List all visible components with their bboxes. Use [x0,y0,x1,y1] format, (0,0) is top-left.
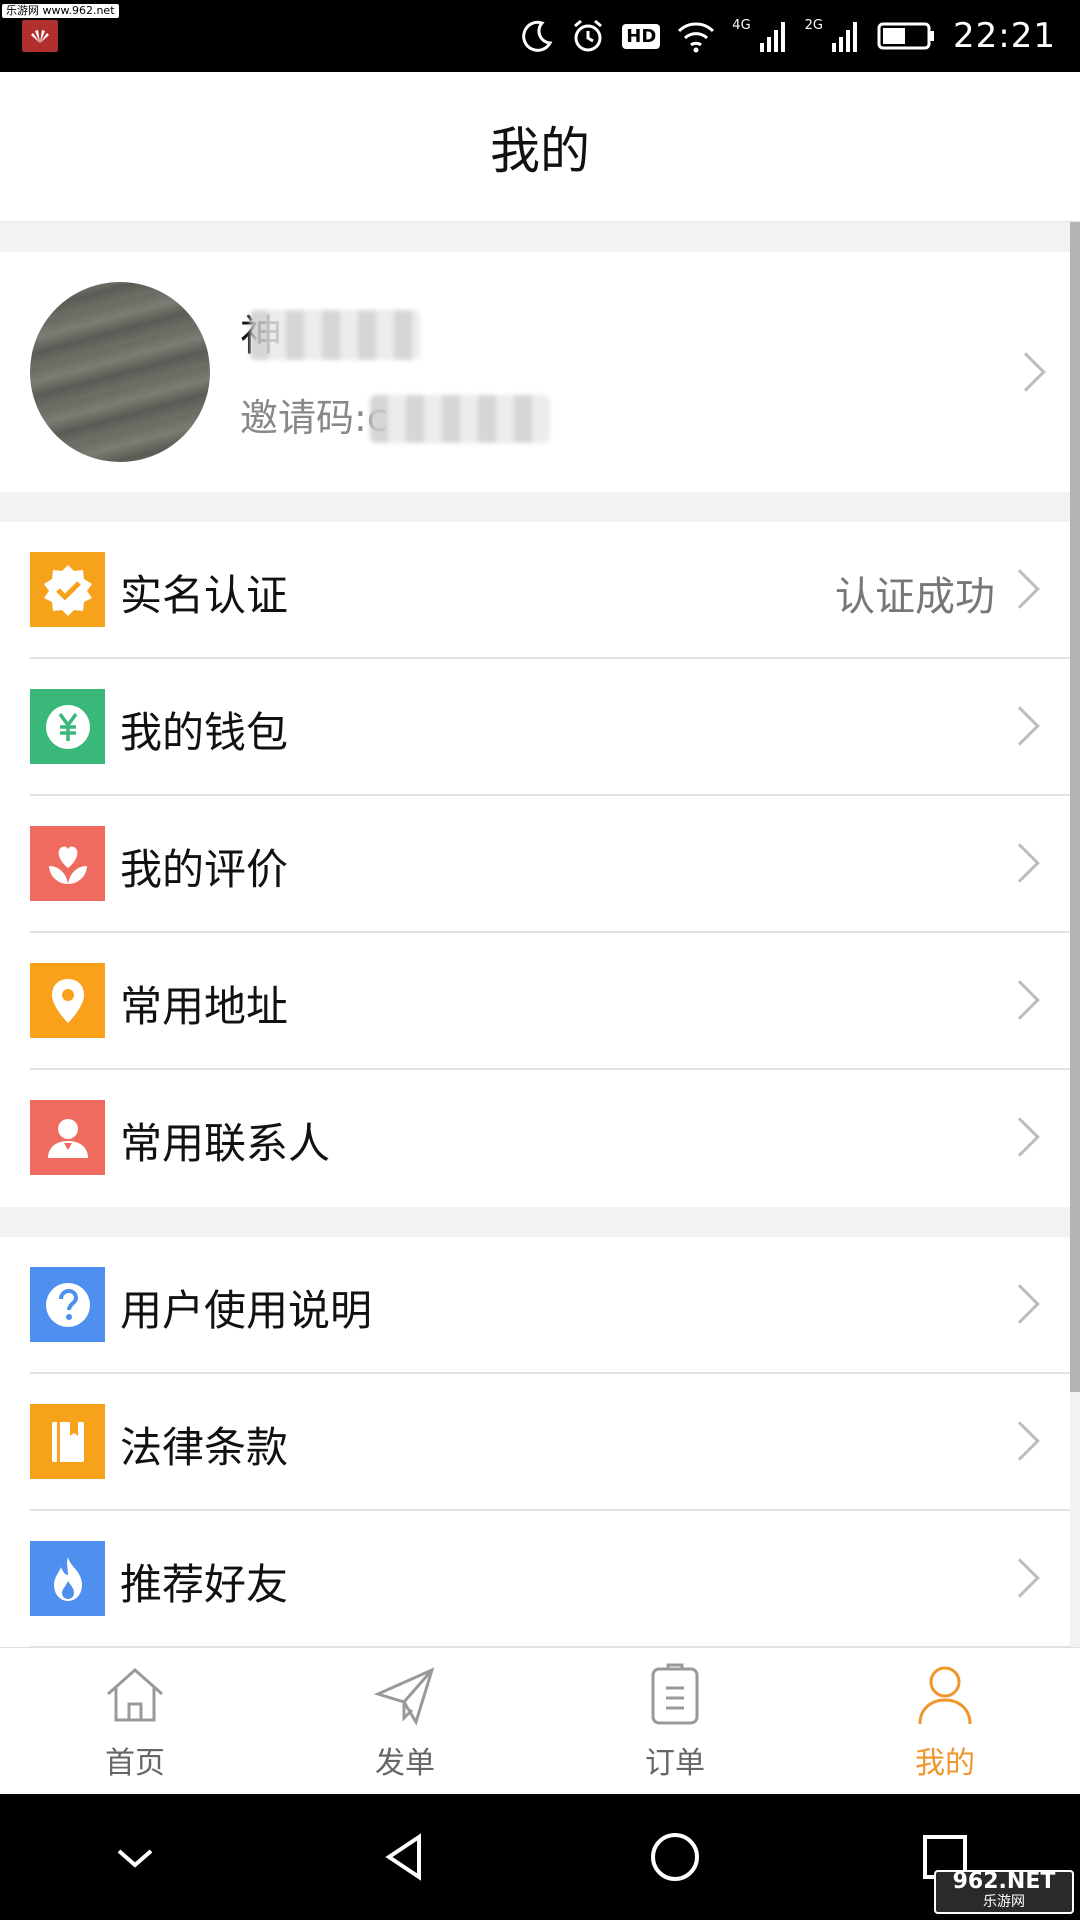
home-icon [107,1667,163,1722]
chevron-right-icon [1000,1558,1040,1598]
back-triangle-icon[interactable] [375,1827,435,1887]
chevron-right-icon [1000,1421,1040,1461]
alarm-icon [574,19,603,52]
verified-badge-icon [30,552,105,627]
site-logo-sub: 乐游网 [983,1894,1025,1910]
page-title: 我的 [490,121,590,180]
site-logo-main: 962.NET [952,1869,1056,1894]
home-circle-icon[interactable] [645,1827,705,1887]
chevron-right-icon [1000,980,1040,1020]
flame-icon [30,1541,105,1616]
tab-label: 发单 [375,1746,435,1781]
signal-2g-icon [832,22,858,52]
account-settings-group: 实名认证 认证成功 我的钱包 我的评价 常用地址 常用联系人 [0,522,1070,1207]
redacted-name-blur [250,310,420,360]
hd-badge: HD [622,23,661,49]
battery-icon [877,22,935,50]
tab-post-order[interactable]: 发单 [270,1648,540,1794]
profile-card[interactable]: 神 邀请码:c [0,252,1070,492]
tab-mine[interactable]: 我的 [810,1648,1080,1794]
chevron-right-icon [1000,1284,1040,1324]
chevron-right-icon [1000,569,1040,609]
tab-home[interactable]: 首页 [0,1648,270,1794]
menu-item-user-guide[interactable]: 用户使用说明 [0,1237,1070,1374]
status-bar: 乐游网 www.962.net HD 4G 2G 22:21 [0,0,1080,72]
menu-item-label: 法律条款 [120,1423,289,1472]
bottom-tab-bar: 首页 发单 订单 我的 [0,1647,1080,1794]
status-icons: HD 4G 2G 22:21 [520,14,1056,58]
tab-orders[interactable]: 订单 [540,1648,810,1794]
menu-item-label: 常用地址 [120,982,289,1031]
menu-item-label: 实名认证 [120,571,289,620]
avatar[interactable] [30,282,210,462]
tab-label: 订单 [645,1746,705,1781]
menu-item-label: 推荐好友 [120,1560,289,1609]
tab-label: 我的 [915,1746,975,1781]
menu-item-wallet[interactable]: 我的钱包 [0,659,1070,796]
law-book-icon [30,1404,105,1479]
page-header: 我的 [0,72,1080,222]
order-list-icon [651,1663,699,1725]
contact-person-icon [30,1100,105,1175]
user-icon [918,1666,972,1725]
tab-label: 首页 [105,1746,165,1781]
menu-item-label: 我的钱包 [120,708,289,757]
menu-item-label: 我的评价 [120,845,289,894]
signal-4g-icon [759,22,785,52]
paper-plane-icon [373,1667,435,1726]
chevron-down-icon[interactable] [105,1827,165,1887]
menu-item-contacts[interactable]: 常用联系人 [0,1070,1070,1207]
menu-item-reviews[interactable]: 我的评价 [0,796,1070,933]
wallet-yen-icon [30,689,105,764]
huawei-logo-icon [22,20,58,52]
watermark-text: 乐游网 www.962.net [2,4,119,18]
system-navigation-bar: 962.NET 乐游网 [0,1794,1080,1920]
scrollbar[interactable] [1070,222,1080,1392]
network-2g-label: 2G [804,18,824,33]
auth-status-text: 认证成功 [835,574,995,620]
chevron-right-icon [1000,1117,1040,1157]
moon-icon [522,20,553,52]
menu-item-recommend-friends[interactable]: 推荐好友 [0,1511,1070,1647]
status-time: 22:21 [953,16,1056,56]
redacted-invite-blur [370,395,550,443]
menu-item-label: 常用联系人 [120,1119,331,1168]
chevron-right-icon [1000,843,1040,883]
invite-code: 邀请码:c [240,387,388,442]
wifi-icon [678,22,715,53]
menu-item-addresses[interactable]: 常用地址 [0,933,1070,1070]
location-pin-icon [30,963,105,1038]
menu-item-legal-terms[interactable]: 法律条款 [0,1374,1070,1511]
profile-scroll-content[interactable]: 神 邀请码:c 实名认证 认证成功 我的钱包 [0,222,1080,1647]
invite-code-label: 邀请码: [240,396,367,440]
menu-item-label: 用户使用说明 [120,1286,373,1335]
flower-heart-icon [30,826,105,901]
chevron-right-icon [1000,706,1040,746]
network-4g-label: 4G [732,18,751,33]
menu-item-real-name-auth[interactable]: 实名认证 认证成功 [0,522,1070,659]
info-group: 用户使用说明 法律条款 推荐好友 [0,1237,1070,1647]
site-logo: 962.NET 乐游网 [934,1870,1074,1914]
chevron-right-icon [1006,352,1046,392]
help-question-icon [30,1267,105,1342]
